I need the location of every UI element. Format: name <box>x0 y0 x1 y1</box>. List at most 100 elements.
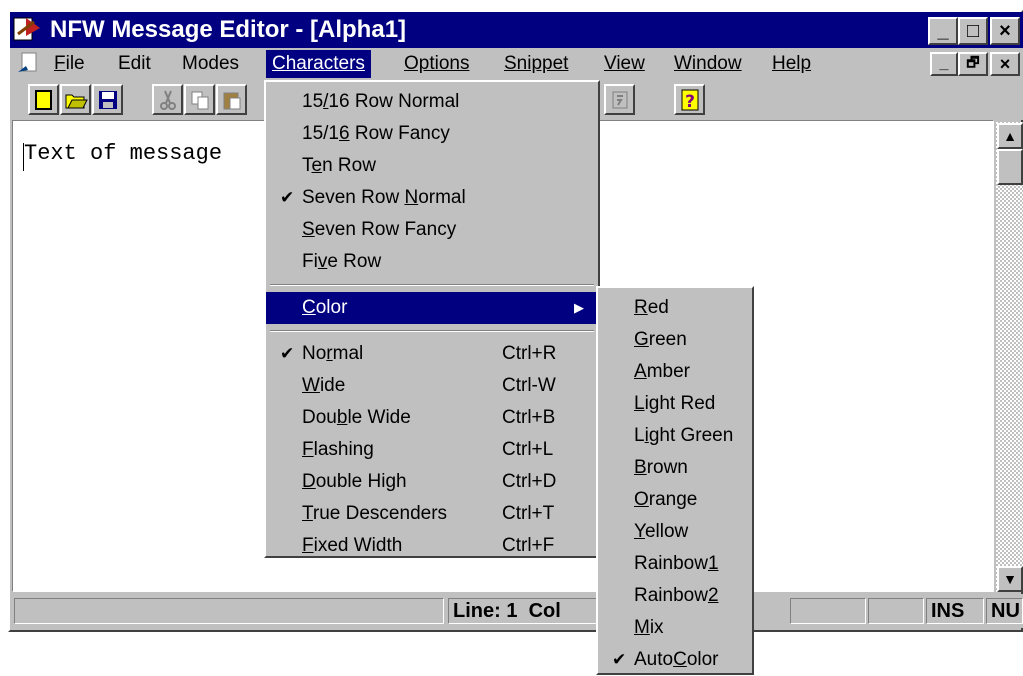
label-part: ed <box>647 297 669 318</box>
font-item-ten-row[interactable]: Ten Row <box>266 150 598 182</box>
font-item-15-16-row-fancy[interactable]: 15/16 Row Fancy <box>266 118 598 150</box>
mdi-restore-button[interactable]: 🗗 <box>958 52 988 76</box>
style-item-double-high-label: Double High <box>302 466 407 498</box>
scroll-up-button[interactable]: ▲ <box>997 123 1023 149</box>
color-item-orange[interactable]: Orange <box>598 484 752 516</box>
color-item-orange-label: Orange <box>634 484 697 516</box>
font-item-five-row[interactable]: Five Row <box>266 246 598 278</box>
save-button[interactable] <box>92 84 123 115</box>
style-item-wide-label: Wide <box>302 370 345 402</box>
paste-button[interactable] <box>216 84 247 115</box>
font-item-seven-row-fancy[interactable]: Seven Row Fancy <box>266 214 598 246</box>
help-button[interactable]: ? <box>674 84 705 115</box>
style-item-normal[interactable]: ✔ Normal Ctrl+R <box>266 338 598 370</box>
label-part: ormal <box>418 187 466 208</box>
style-item-double-high[interactable]: Double High Ctrl+D <box>266 466 598 498</box>
color-item-rainbow1[interactable]: Rainbow1 <box>598 548 752 580</box>
menu-file[interactable]: File <box>48 50 91 78</box>
menu-snippet[interactable]: Snippet <box>498 50 574 78</box>
mnemonic-letter: L <box>634 393 645 414</box>
mnemonic-letter: v <box>317 251 328 272</box>
submenu-arrow-icon: ▶ <box>574 300 584 315</box>
font-item-seven-row-normal-label: Seven Row Normal <box>302 182 466 214</box>
menu-help[interactable]: Help <box>766 50 817 78</box>
scroll-thumb[interactable] <box>997 149 1023 185</box>
cut-button[interactable] <box>152 84 183 115</box>
app-icon[interactable] <box>12 14 44 44</box>
menu-options[interactable]: Options <box>398 50 475 78</box>
document-icon[interactable] <box>16 52 44 76</box>
scroll-down-button[interactable]: ▼ <box>997 566 1023 592</box>
message-text[interactable]: Text of message <box>24 141 222 166</box>
style-item-double-wide[interactable]: Double Wide Ctrl+B <box>266 402 598 434</box>
label-part: No <box>302 343 327 364</box>
menu-window[interactable]: Window <box>668 50 748 78</box>
label-part: Fi <box>302 251 318 272</box>
label-part: ixed Width <box>313 535 403 556</box>
style-item-true-descenders-label: True Descenders <box>302 498 447 530</box>
mdi-close-icon: × <box>999 53 1011 74</box>
color-menu-item[interactable]: Color ▶ <box>266 292 598 324</box>
mnemonic-letter: D <box>302 471 316 492</box>
color-item-mix[interactable]: Mix <box>598 612 752 644</box>
mnemonic-letter: C <box>673 649 687 670</box>
menu-modes[interactable]: Modes <box>176 50 245 78</box>
mdi-minimize-icon: _ <box>939 55 949 72</box>
minimize-button[interactable]: _ <box>928 17 958 45</box>
menu-file-label: ile <box>65 53 85 74</box>
color-item-amber-label: Amber <box>634 356 690 388</box>
label-part: Auto <box>634 649 674 670</box>
shortcut-label: Ctrl+F <box>502 535 555 556</box>
color-item-green-label: Green <box>634 324 687 356</box>
mdi-close-button[interactable]: × <box>990 52 1020 76</box>
color-item-light-red[interactable]: Light Red <box>598 388 752 420</box>
copy-button[interactable] <box>184 84 215 115</box>
mnemonic-letter: 6 <box>338 123 350 144</box>
minimize-icon: _ <box>937 19 949 42</box>
menu-edit[interactable]: Edit <box>112 50 157 78</box>
mnemonic-letter: T <box>302 503 313 524</box>
style-item-true-descenders[interactable]: True Descenders Ctrl+T <box>266 498 598 530</box>
font-item-seven-row-normal[interactable]: ✔ Seven Row Normal <box>266 182 598 214</box>
menu-view[interactable]: View <box>598 50 651 78</box>
snippet-button[interactable] <box>604 84 635 115</box>
mdi-minimize-button[interactable]: _ <box>930 52 958 76</box>
color-item-red[interactable]: Red <box>598 292 752 324</box>
vertical-scrollbar[interactable] <box>996 122 1023 592</box>
label-part: ide <box>319 375 346 396</box>
color-item-light-green[interactable]: Light Green <box>598 420 752 452</box>
menu-separator <box>270 330 594 332</box>
maximize-button[interactable]: □ <box>958 17 988 45</box>
mnemonic-letter: M <box>634 617 650 638</box>
close-icon: × <box>999 19 1011 42</box>
maximize-icon: □ <box>966 19 980 42</box>
style-item-flashing[interactable]: Flashing Ctrl+L <box>266 434 598 466</box>
menu-characters[interactable]: Characters <box>266 50 371 78</box>
checkmark-icon: ✔ <box>280 344 295 363</box>
color-item-light-green-label: Light Green <box>634 420 733 452</box>
color-item-yellow-label: Yellow <box>634 516 688 548</box>
label-part: T <box>302 155 312 176</box>
status-panel-blank-2 <box>868 598 924 624</box>
paste-icon <box>223 92 240 109</box>
color-item-autocolor[interactable]: ✔ AutoColor <box>598 644 752 676</box>
color-item-brown[interactable]: Brown <box>598 452 752 484</box>
color-item-yellow[interactable]: Yellow <box>598 516 752 548</box>
new-button[interactable] <box>28 84 59 115</box>
label-part: e Row <box>327 251 382 272</box>
color-item-rainbow2[interactable]: Rainbow2 <box>598 580 752 612</box>
style-item-fixed-width[interactable]: Fixed Width Ctrl+F <box>266 530 598 562</box>
mnemonic-letter: B <box>634 457 647 478</box>
shortcut-label: Ctrl+R <box>502 343 557 364</box>
font-item-15-16-row-normal[interactable]: 15/16 Row Normal <box>266 86 598 118</box>
style-item-wide[interactable]: Wide Ctrl-W <box>266 370 598 402</box>
close-button[interactable]: × <box>990 17 1020 45</box>
color-item-green[interactable]: Green <box>598 324 752 356</box>
mnemonic-letter: S <box>302 219 315 240</box>
mnemonic-letter: e <box>311 155 323 176</box>
label-part: le Wide <box>347 407 411 428</box>
color-item-amber[interactable]: Amber <box>598 356 752 388</box>
open-button[interactable] <box>60 84 91 115</box>
shortcut-label: Ctrl+B <box>502 407 556 428</box>
mnemonic-letter: O <box>634 489 649 510</box>
